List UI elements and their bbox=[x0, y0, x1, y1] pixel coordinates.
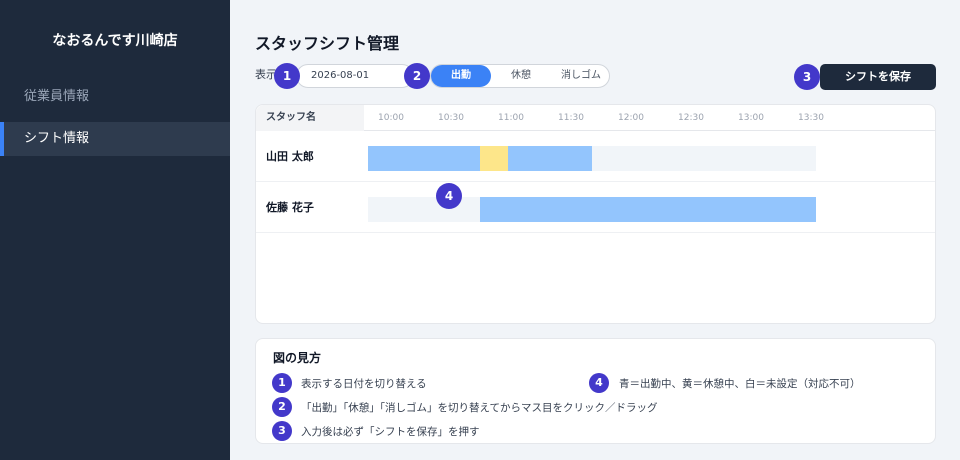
shift-cell-none[interactable] bbox=[676, 146, 704, 171]
shift-cell-none[interactable] bbox=[648, 146, 676, 171]
step-badge: 3 bbox=[272, 421, 292, 441]
legend-text: 「出勤」「休憩」「消しゴム」を切り替えてからマス目をクリック／ドラッグ bbox=[301, 402, 658, 414]
step-badge: 1 bbox=[272, 373, 292, 393]
sidebar-item-shifts[interactable]: シフト情報 bbox=[0, 122, 230, 156]
shift-cell-none[interactable] bbox=[704, 146, 732, 171]
date-input[interactable]: 2026-08-01 bbox=[296, 64, 414, 88]
legend-text: 青＝出勤中、黄＝休憩中、白＝未設定（対応不可） bbox=[619, 378, 861, 390]
step-badge: 1 bbox=[274, 63, 300, 89]
shift-cell-work[interactable] bbox=[788, 197, 816, 222]
step-badge: 4 bbox=[436, 183, 462, 209]
shift-cell-work[interactable] bbox=[508, 146, 536, 171]
grid-header: スタッフ名 10:00 10:30 11:00 11:30 12:00 12:3… bbox=[256, 105, 935, 131]
shift-cell-work[interactable] bbox=[648, 197, 676, 222]
mode-break-button[interactable]: 休憩 bbox=[491, 65, 551, 87]
shift-cell-work[interactable] bbox=[564, 197, 592, 222]
mode-eraser-button[interactable]: 消しゴム bbox=[551, 65, 611, 87]
sidebar: なおるんです川崎店 従業員情報 シフト情報 bbox=[0, 0, 230, 460]
shift-cell-work[interactable] bbox=[424, 146, 452, 171]
legend-text: 表示する日付を切り替える bbox=[301, 378, 427, 390]
shift-cell-work[interactable] bbox=[592, 197, 620, 222]
shift-cell-none[interactable] bbox=[732, 146, 760, 171]
shift-cell-work[interactable] bbox=[620, 197, 648, 222]
time-label: 12:30 bbox=[678, 113, 704, 123]
step-badge: 2 bbox=[404, 63, 430, 89]
time-label: 10:30 bbox=[438, 113, 464, 123]
time-label: 10:00 bbox=[378, 113, 404, 123]
shift-cell-work[interactable] bbox=[536, 146, 564, 171]
shift-cell-work[interactable] bbox=[368, 146, 396, 171]
legend-title: 図の見方 bbox=[273, 351, 322, 365]
sidebar-item-employees[interactable]: 従業員情報 bbox=[0, 80, 230, 114]
legend-text: 入力後は必ず「シフトを保存」を押す bbox=[301, 426, 480, 438]
shift-cell-work[interactable] bbox=[480, 197, 508, 222]
staff-column-header: スタッフ名 bbox=[256, 105, 364, 131]
shift-cell-work[interactable] bbox=[564, 146, 592, 171]
shift-grid: スタッフ名 10:00 10:30 11:00 11:30 12:00 12:3… bbox=[255, 104, 936, 324]
step-badge: 4 bbox=[589, 373, 609, 393]
save-shift-button[interactable]: シフトを保存 bbox=[820, 64, 936, 90]
shift-cell-work[interactable] bbox=[704, 197, 732, 222]
page-title: スタッフシフト管理 bbox=[255, 34, 400, 53]
time-label: 13:00 bbox=[738, 113, 764, 123]
shift-cell-work[interactable] bbox=[536, 197, 564, 222]
shift-cell-none[interactable] bbox=[396, 197, 424, 222]
shift-cell-work[interactable] bbox=[676, 197, 704, 222]
step-badge: 2 bbox=[272, 397, 292, 417]
legend-panel: 図の見方 1 表示する日付を切り替える 2 「出勤」「休憩」「消しゴム」を切り替… bbox=[255, 338, 936, 444]
mode-selector: 出勤 休憩 消しゴム bbox=[430, 64, 610, 88]
staff-row: 佐藤 花子 bbox=[256, 183, 935, 233]
staff-row: 山田 太郎 bbox=[256, 132, 935, 182]
shift-cell-none[interactable] bbox=[760, 146, 788, 171]
shift-cell-work[interactable] bbox=[452, 146, 480, 171]
time-label: 11:30 bbox=[558, 113, 584, 123]
shift-cell-none[interactable] bbox=[620, 146, 648, 171]
shift-cell-work[interactable] bbox=[732, 197, 760, 222]
time-label: 12:00 bbox=[618, 113, 644, 123]
mode-work-button[interactable]: 出勤 bbox=[431, 65, 491, 87]
store-name: なおるんです川崎店 bbox=[52, 33, 178, 49]
time-label: 13:30 bbox=[798, 113, 824, 123]
shift-cell-none[interactable] bbox=[592, 146, 620, 171]
shift-cell-none[interactable] bbox=[788, 146, 816, 171]
shift-cell-work[interactable] bbox=[396, 146, 424, 171]
step-badge: 3 bbox=[794, 64, 820, 90]
shift-cell-work[interactable] bbox=[508, 197, 536, 222]
staff-name: 佐藤 花子 bbox=[266, 201, 314, 214]
shift-cell-none[interactable] bbox=[368, 197, 396, 222]
staff-name: 山田 太郎 bbox=[266, 150, 314, 163]
shift-cell-work[interactable] bbox=[760, 197, 788, 222]
time-label: 11:00 bbox=[498, 113, 524, 123]
shift-cell-break[interactable] bbox=[480, 146, 508, 171]
